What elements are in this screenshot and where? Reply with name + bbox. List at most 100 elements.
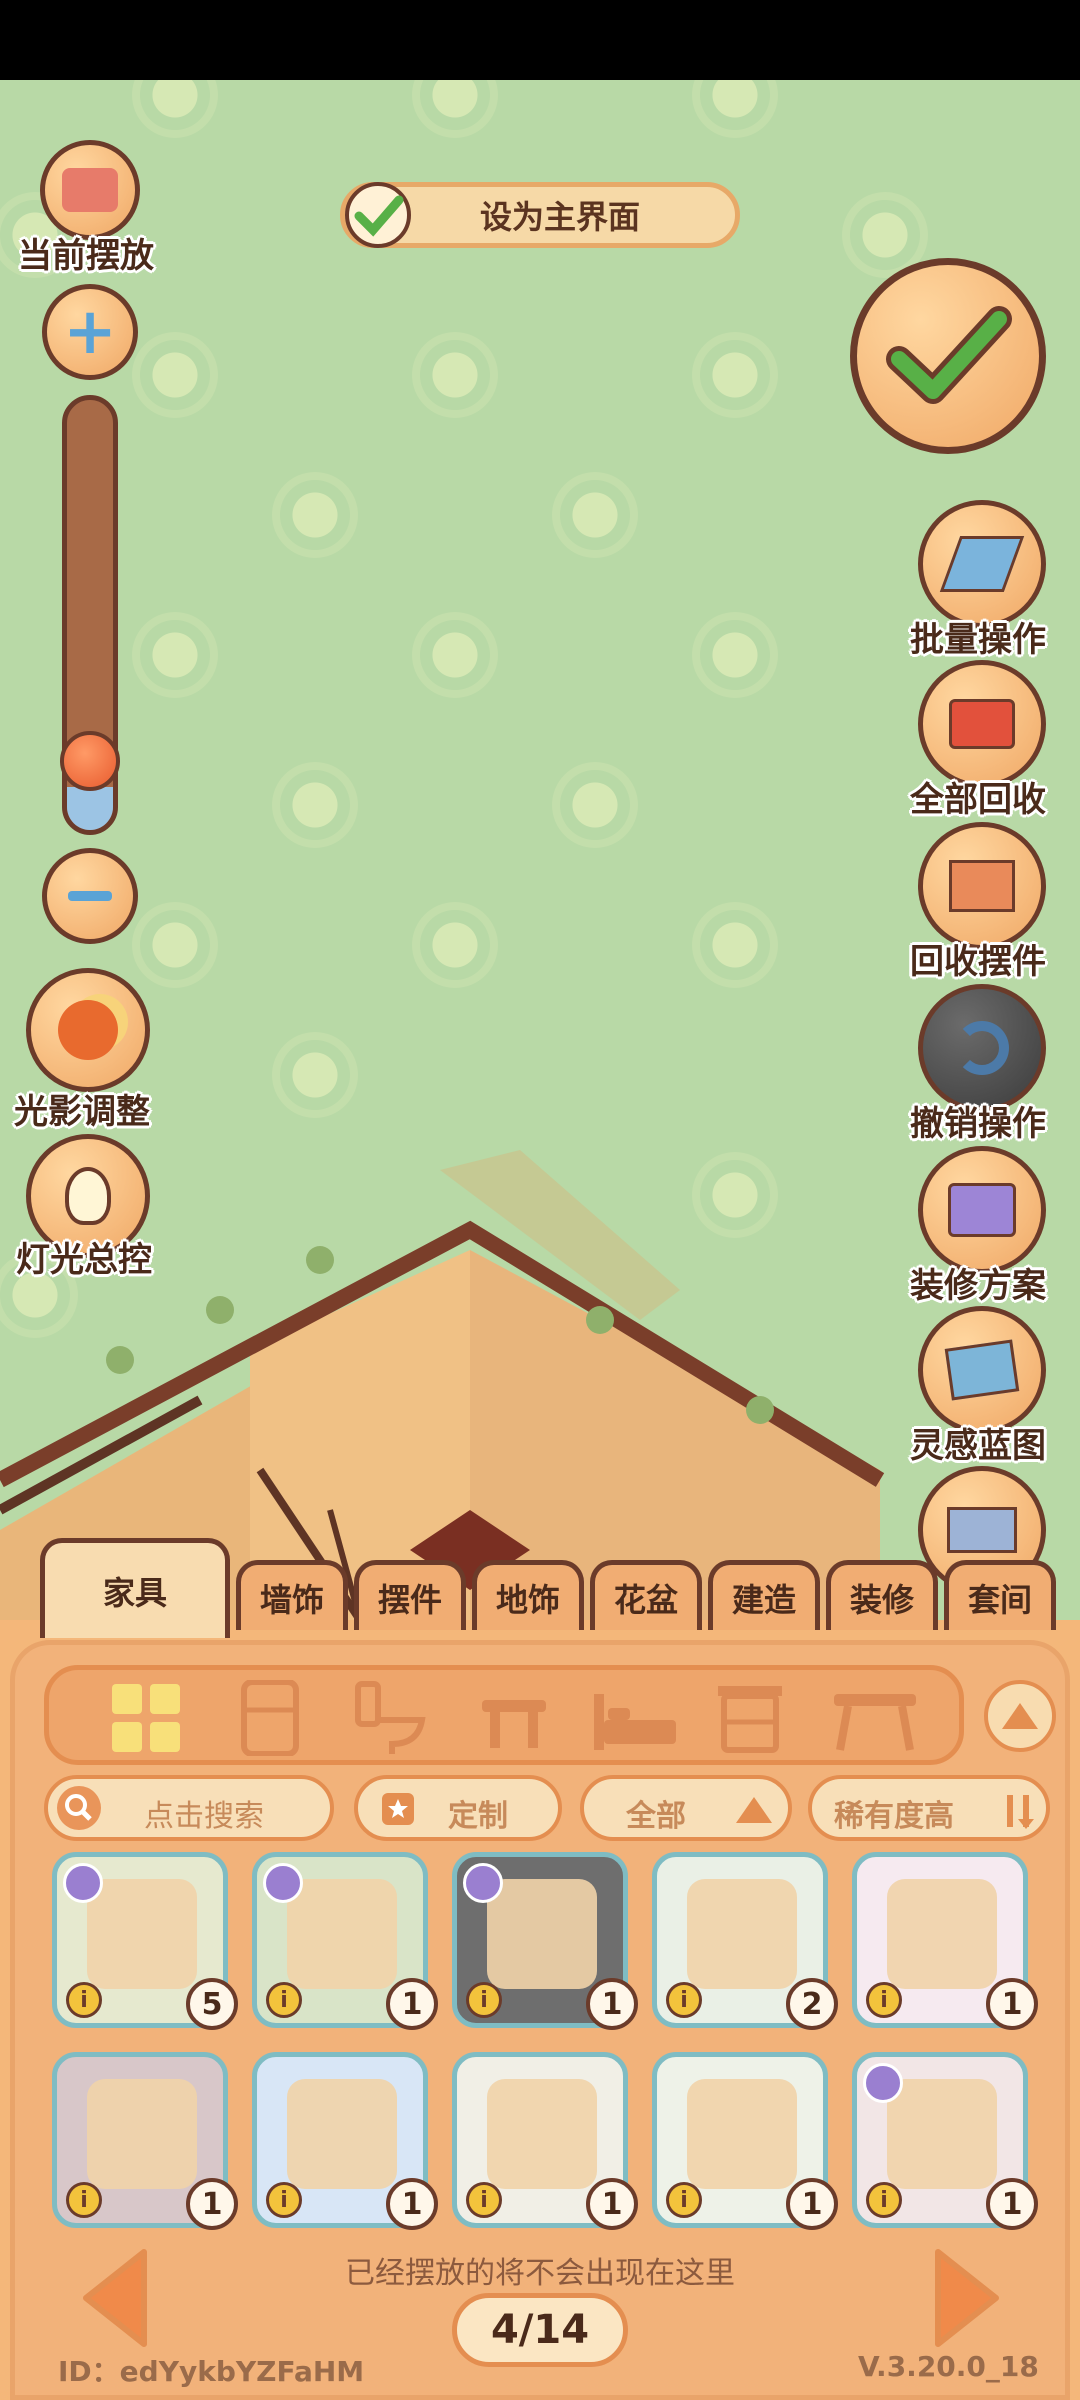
custom-cube-icon [263, 1863, 303, 1903]
zoom-in-button[interactable]: + [42, 284, 138, 380]
decoration-plan-label: 装修方案 [910, 1266, 1046, 1306]
recycle-all-button[interactable] [918, 660, 1046, 788]
sun-pattern [420, 620, 490, 690]
tray-arrow-icon [949, 699, 1015, 749]
search-field[interactable]: 点击搜索 [44, 1775, 334, 1841]
sun-pattern [850, 200, 920, 270]
triangle-up-icon [1002, 1703, 1038, 1729]
sun-pattern [280, 480, 350, 550]
sun-pattern [140, 340, 210, 410]
recycle-items-label: 回收摆件 [910, 942, 1046, 982]
undo-button[interactable] [918, 984, 1046, 1112]
light-control-label: 灯光总控 [16, 1240, 152, 1280]
item-count-badge: 1 [386, 2178, 438, 2230]
truck-icon [947, 1507, 1017, 1553]
sun-pattern [140, 620, 210, 690]
box-arrow-icon [949, 860, 1015, 912]
item-info-button[interactable]: i [266, 2182, 302, 2218]
star-tag-icon [382, 1793, 414, 1825]
item-info-button[interactable]: i [66, 1982, 102, 2018]
table-icon[interactable] [830, 1680, 920, 1756]
sort-rarity-button[interactable]: 稀有度高 [808, 1775, 1050, 1841]
decoration-plan-button[interactable] [918, 1146, 1046, 1274]
prev-page-button[interactable] [80, 2248, 150, 2348]
check-icon [345, 182, 411, 248]
fridge-icon[interactable] [232, 1680, 308, 1756]
next-page-button[interactable] [932, 2248, 1002, 2348]
toilet-icon[interactable] [352, 1680, 428, 1756]
zoom-slider-fill [67, 787, 113, 830]
batch-operation-label: 批量操作 [910, 620, 1046, 660]
sink-cabinet-icon [287, 1879, 397, 1989]
item-info-button[interactable]: i [466, 2182, 502, 2218]
batch-operation-button[interactable] [918, 500, 1046, 628]
item-info-button[interactable]: i [266, 1982, 302, 2018]
item-info-button[interactable]: i [866, 1982, 902, 2018]
hand-cards-icon [939, 536, 1025, 592]
collapse-panel-button[interactable] [984, 1680, 1056, 1752]
sort-rarity-label: 稀有度高 [834, 1799, 954, 1834]
placed-items-hint: 已经摆放的将不会出现在这里 [345, 2256, 735, 2291]
sun-pattern [280, 1040, 350, 1110]
sun-pattern [700, 80, 770, 130]
tab-wall-decor[interactable]: 墙饰 [236, 1560, 348, 1630]
all-filter-dropdown[interactable]: 全部 [580, 1775, 792, 1841]
item-info-button[interactable]: i [66, 2182, 102, 2218]
search-room-icon [62, 168, 118, 212]
version-label: V.3.20.0_18 [858, 2350, 1039, 2383]
tab-floor-decor[interactable]: 地饰 [472, 1560, 584, 1630]
custom-filter-button[interactable]: 定制 [354, 1775, 562, 1841]
check-icon [886, 306, 1012, 404]
bathtub-icon [87, 1879, 197, 1989]
sun-moon-icon [58, 1000, 118, 1060]
cabinet-icon[interactable] [712, 1680, 788, 1756]
recycle-all-label: 全部回收 [910, 780, 1046, 820]
tab-build[interactable]: 建造 [708, 1560, 820, 1630]
light-shadow-button[interactable] [26, 968, 150, 1092]
triangle-up-icon [736, 1797, 772, 1823]
tab-suite[interactable]: 套间 [944, 1560, 1056, 1630]
current-placed-button[interactable] [40, 140, 140, 240]
all-filter-label: 全部 [626, 1799, 686, 1834]
sun-pattern [560, 770, 630, 840]
tab-furniture[interactable]: 家具 [40, 1538, 230, 1638]
item-info-button[interactable]: i [866, 2182, 902, 2218]
inspiration-blueprint-button[interactable] [918, 1306, 1046, 1434]
grass-planter-icon [687, 2079, 797, 2189]
confirm-button[interactable] [850, 258, 1046, 454]
set-home-label: 设为主界面 [480, 198, 641, 236]
search-icon [57, 1786, 101, 1830]
potted-plant-icon [687, 1879, 797, 1989]
item-count-badge: 1 [586, 2178, 638, 2230]
inspiration-blueprint-label: 灵感蓝图 [910, 1426, 1046, 1466]
custom-filter-label: 定制 [448, 1799, 508, 1834]
custom-cube-icon [63, 1863, 103, 1903]
item-info-button[interactable]: i [666, 2182, 702, 2218]
item-count-badge: 1 [586, 1978, 638, 2030]
sun-pattern [280, 770, 350, 840]
item-info-button[interactable]: i [666, 1982, 702, 2018]
sun-pattern [420, 340, 490, 410]
zoom-slider-handle[interactable] [60, 731, 120, 791]
sun-pattern [140, 910, 210, 980]
plus-icon: + [63, 295, 117, 369]
flower-lamp-icon [887, 1879, 997, 1989]
stool-icon[interactable] [476, 1680, 552, 1756]
sun-pattern [700, 340, 770, 410]
sun-pattern [700, 620, 770, 690]
minus-icon [68, 891, 112, 901]
bed-icon[interactable] [590, 1680, 680, 1756]
tab-flowerpots[interactable]: 花盆 [590, 1560, 702, 1630]
recycle-items-button[interactable] [918, 822, 1046, 950]
photo-board-icon [487, 2079, 597, 2189]
light-shadow-label: 光影调整 [14, 1092, 150, 1132]
sun-pattern [700, 910, 770, 980]
grid-icon[interactable] [108, 1680, 184, 1756]
zoom-out-button[interactable] [42, 848, 138, 944]
folder-plus-icon [948, 1183, 1016, 1237]
item-count-badge: 1 [186, 2178, 238, 2230]
tab-renovation[interactable]: 装修 [826, 1560, 938, 1630]
sort-icon [1007, 1795, 1034, 1829]
item-info-button[interactable]: i [466, 1982, 502, 2018]
tab-ornaments[interactable]: 摆件 [354, 1560, 466, 1630]
